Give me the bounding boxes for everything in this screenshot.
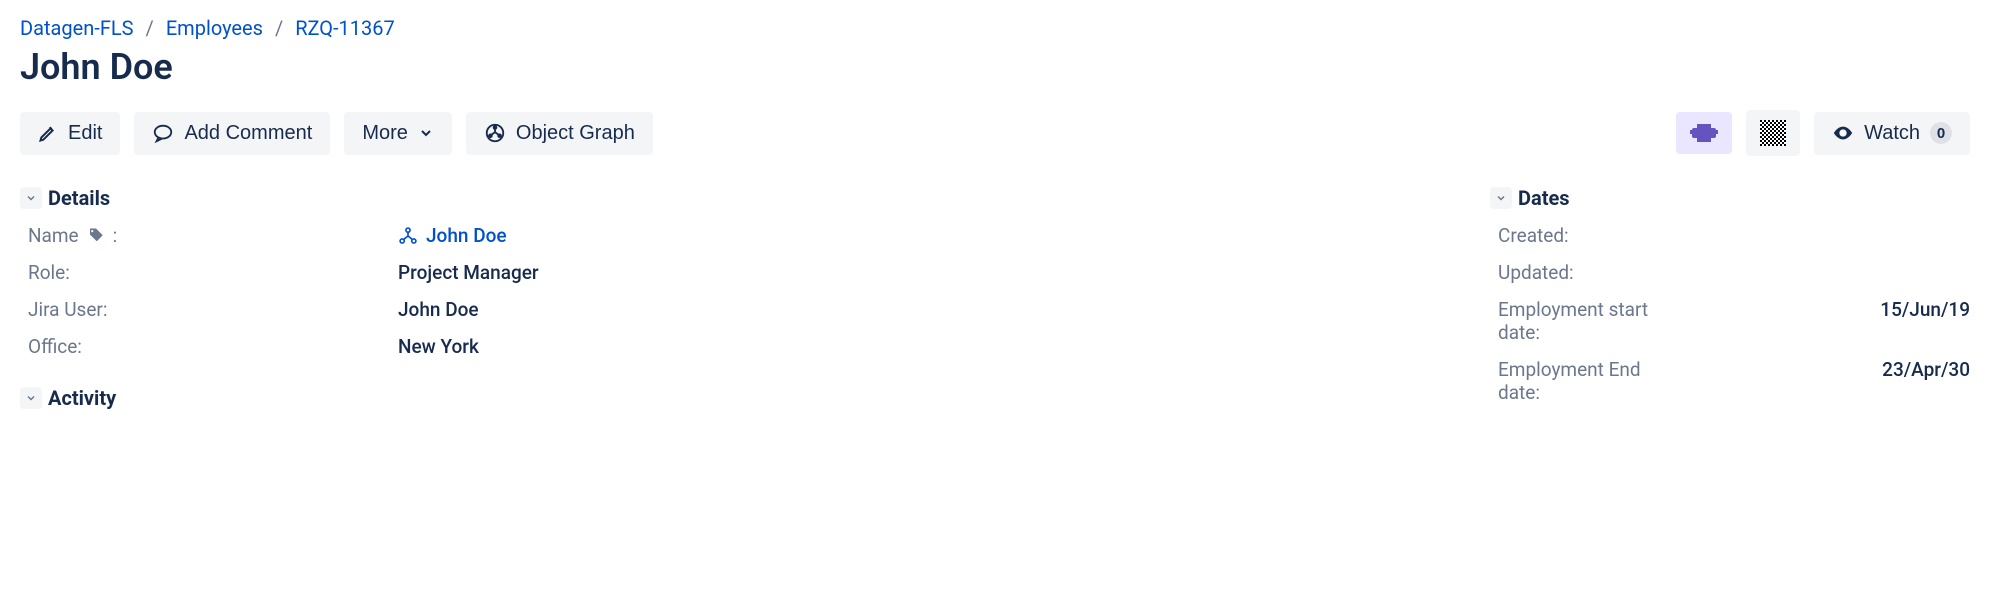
activity-title: Activity: [48, 386, 116, 410]
breadcrumb-separator: /: [275, 16, 283, 40]
watch-button[interactable]: Watch 0: [1814, 112, 1970, 155]
field-value-office: New York: [398, 335, 1450, 358]
field-label-emp-start: Employment start date:: [1498, 298, 1678, 344]
field-value-updated: [1678, 261, 1970, 284]
comment-icon: [152, 122, 174, 144]
collapse-icon: [1490, 187, 1512, 209]
collapse-icon: [20, 387, 42, 409]
eye-icon: [1832, 122, 1854, 144]
breadcrumb-item-project[interactable]: Datagen-FLS: [20, 16, 134, 40]
breadcrumb-item-id[interactable]: RZQ-11367: [295, 16, 395, 40]
qr-code-icon: [1760, 120, 1786, 146]
colon: :: [113, 224, 118, 247]
object-graph-button[interactable]: Object Graph: [466, 112, 653, 155]
field-label-name: Name :: [28, 224, 398, 247]
page-title: John Doe: [20, 46, 1970, 88]
watch-button-label: Watch: [1864, 122, 1920, 145]
dates-table: Created: Updated: Employment start date:…: [1498, 224, 1970, 404]
chevron-down-icon: [418, 125, 434, 141]
name-label-text: Name: [28, 224, 79, 247]
field-label-emp-end: Employment End date:: [1498, 358, 1678, 404]
details-title: Details: [48, 186, 110, 210]
qr-code-button[interactable]: [1746, 110, 1800, 156]
field-label-office: Office:: [28, 335, 398, 358]
more-button-label: More: [362, 122, 408, 145]
tag-icon: [87, 227, 105, 245]
person-tree-icon: [398, 226, 418, 246]
edit-button-label: Edit: [68, 122, 102, 145]
field-label-jira-user: Jira User:: [28, 298, 398, 321]
activity-section-header[interactable]: Activity: [20, 386, 1450, 410]
add-comment-button[interactable]: Add Comment: [134, 112, 330, 155]
toolbar: Edit Add Comment More Object Graph Watch…: [20, 110, 1970, 156]
field-value-role: Project Manager: [398, 261, 1450, 284]
dates-title: Dates: [1518, 186, 1570, 210]
field-value-jira-user: John Doe: [398, 298, 1450, 321]
name-value-text: John Doe: [426, 224, 507, 247]
more-button[interactable]: More: [344, 112, 452, 155]
details-table: Name : John Doe Role: Project Manager Ji…: [28, 224, 1450, 358]
field-value-emp-end: 23/Apr/30: [1678, 358, 1970, 404]
breadcrumb-item-section[interactable]: Employees: [166, 16, 263, 40]
field-label-updated: Updated:: [1498, 261, 1678, 284]
field-label-created: Created:: [1498, 224, 1678, 247]
edit-button[interactable]: Edit: [20, 112, 120, 155]
print-button[interactable]: [1676, 112, 1732, 154]
collapse-icon: [20, 187, 42, 209]
object-graph-label: Object Graph: [516, 122, 635, 145]
graph-icon: [484, 122, 506, 144]
field-label-role: Role:: [28, 261, 398, 284]
field-value-created: [1678, 224, 1970, 247]
pencil-icon: [38, 123, 58, 143]
print-icon: [1690, 122, 1718, 144]
watch-count-badge: 0: [1930, 122, 1952, 144]
breadcrumb-separator: /: [146, 16, 154, 40]
add-comment-label: Add Comment: [184, 122, 312, 145]
field-value-name[interactable]: John Doe: [398, 224, 1450, 247]
field-value-emp-start: 15/Jun/19: [1678, 298, 1970, 344]
dates-section-header[interactable]: Dates: [1490, 186, 1970, 210]
details-section-header[interactable]: Details: [20, 186, 1450, 210]
breadcrumb: Datagen-FLS / Employees / RZQ-11367: [20, 16, 1970, 40]
